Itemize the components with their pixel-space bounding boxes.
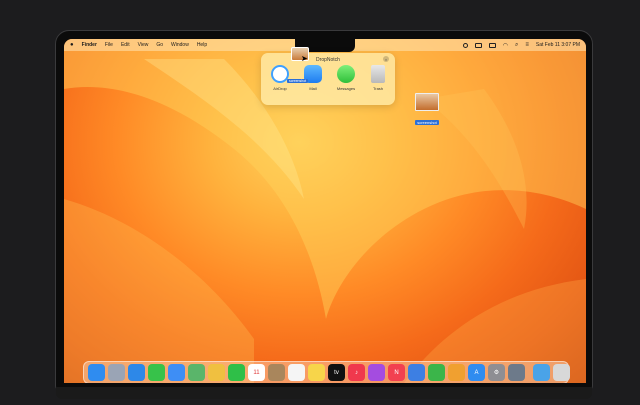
drop-target-mail[interactable]: Mail: [298, 65, 328, 91]
search-icon[interactable]: ⌕: [515, 42, 518, 49]
battery-icon[interactable]: [488, 42, 496, 48]
dock-trash-icon[interactable]: [553, 364, 570, 381]
dock-system-settings-icon[interactable]: ⚙: [488, 364, 505, 381]
menu-edit[interactable]: Edit: [121, 42, 130, 48]
dock: 11 tv ♪ N A ⚙: [83, 361, 570, 383]
dragged-file-label: screenshot: [287, 79, 309, 83]
desktop-screen: ● Finder File Edit View Go Window Help ◠…: [64, 39, 586, 383]
dock-podcasts-icon[interactable]: [368, 364, 385, 381]
messages-icon: [337, 65, 355, 83]
image-file-icon: [415, 93, 439, 111]
dock-finder-icon[interactable]: [88, 364, 105, 381]
drop-target-label: Trash: [372, 86, 384, 91]
drop-target-label: Messages: [336, 86, 356, 91]
dock-notes-icon[interactable]: [308, 364, 325, 381]
menu-go[interactable]: Go: [156, 42, 163, 48]
dock-mail-icon[interactable]: [168, 364, 185, 381]
menu-window[interactable]: Window: [171, 42, 189, 48]
apple-menu-icon[interactable]: ●: [70, 42, 74, 48]
trash-icon: [371, 65, 385, 83]
dock-keynote-icon[interactable]: [408, 364, 425, 381]
drop-target-airdrop[interactable]: AirDrop: [265, 65, 295, 91]
dock-calendar-icon[interactable]: 11: [248, 364, 265, 381]
laptop-frame: ● Finder File Edit View Go Window Help ◠…: [55, 30, 593, 399]
dock-news-icon[interactable]: N: [388, 364, 405, 381]
menu-help[interactable]: Help: [197, 42, 207, 48]
menu-file[interactable]: File: [105, 42, 113, 48]
dock-maps-icon[interactable]: [188, 364, 205, 381]
drop-target-label: AirDrop: [273, 86, 287, 91]
cursor-icon: ➤: [301, 54, 308, 63]
laptop-base: [56, 387, 592, 399]
drop-target-trash[interactable]: Trash: [363, 65, 393, 91]
dock-photos-icon[interactable]: [208, 364, 225, 381]
status-area: ◠ ⌕ ≡ Sat Feb 11 3:07 PM: [462, 42, 580, 49]
menu-view[interactable]: View: [138, 42, 149, 48]
wifi-icon[interactable]: ◠: [503, 42, 508, 49]
screen-icon[interactable]: [474, 42, 482, 48]
dock-tv-icon[interactable]: tv: [328, 364, 345, 381]
dock-music-icon[interactable]: ♪: [348, 364, 365, 381]
dock-reminders-icon[interactable]: [288, 364, 305, 381]
dock-numbers-icon[interactable]: [428, 364, 445, 381]
dropnotch-title: DropNotch: [316, 57, 340, 63]
dock-pages-icon[interactable]: [448, 364, 465, 381]
dropnotch-panel[interactable]: DropNotch × AirDrop Mail Messages Trash …: [261, 47, 395, 105]
dock-safari-icon[interactable]: [128, 364, 145, 381]
close-icon[interactable]: ×: [383, 56, 389, 62]
record-icon[interactable]: [462, 42, 468, 48]
dock-facetime-icon[interactable]: [228, 364, 245, 381]
dock-contacts-icon[interactable]: [268, 364, 285, 381]
dock-launchpad-icon[interactable]: [108, 364, 125, 381]
menu-finder[interactable]: Finder: [82, 42, 97, 48]
dock-downloads-icon[interactable]: [533, 364, 550, 381]
dock-app-store-icon[interactable]: A: [468, 364, 485, 381]
desktop-file-name: screenshot: [415, 120, 439, 125]
dock-messages-icon[interactable]: [148, 364, 165, 381]
drop-target-label: Mail: [309, 86, 317, 91]
menu-clock[interactable]: Sat Feb 11 3:07 PM: [536, 42, 580, 48]
dock-disk-utility-icon[interactable]: [508, 364, 525, 381]
desktop-file-screenshot[interactable]: screenshot: [412, 93, 442, 129]
drop-target-messages[interactable]: Messages: [331, 65, 361, 91]
control-center-icon[interactable]: ≡: [525, 42, 529, 48]
